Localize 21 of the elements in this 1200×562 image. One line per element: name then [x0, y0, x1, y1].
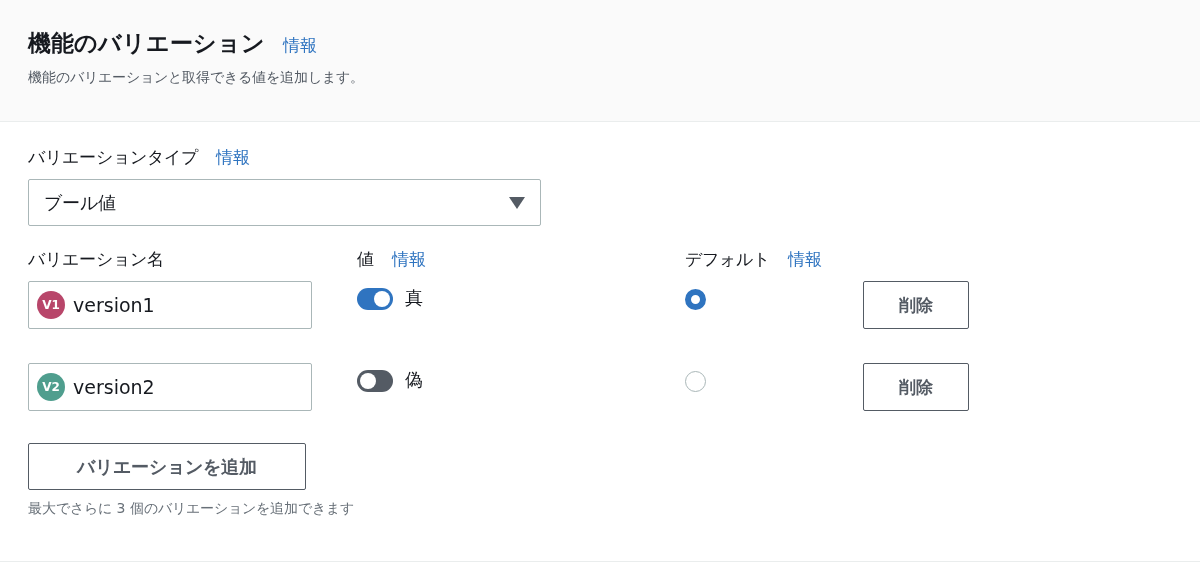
info-link[interactable]: 情報 [788, 248, 822, 271]
name-field[interactable]: V1 version1 [28, 281, 312, 329]
name-field[interactable]: V2 version2 [28, 363, 312, 411]
info-link[interactable]: 情報 [392, 248, 426, 271]
add-variation-button[interactable]: バリエーションを追加 [28, 443, 306, 490]
info-link[interactable]: 情報 [283, 34, 317, 57]
delete-button[interactable]: 削除 [863, 281, 969, 329]
column-label: バリエーション名 [28, 248, 164, 271]
value-label: 偽 [405, 368, 423, 392]
delete-button[interactable]: 削除 [863, 363, 969, 411]
version-badge: V2 [37, 373, 65, 401]
section-description: 機能のバリエーションと取得できる値を追加します。 [28, 69, 365, 87]
field-label: バリエーションタイプ [28, 146, 198, 169]
info-link[interactable]: 情報 [216, 146, 250, 169]
type-select[interactable]: ブール値 [28, 179, 541, 226]
version-badge: V1 [37, 291, 65, 319]
hint-text: 最大でさらに 3 個のバリエーションを追加できます [28, 500, 355, 518]
column-label: 値 [357, 248, 374, 271]
section-title: 機能のバリエーション [28, 29, 265, 58]
column-label: デフォルト [685, 248, 770, 271]
value-label: 真 [405, 286, 423, 310]
